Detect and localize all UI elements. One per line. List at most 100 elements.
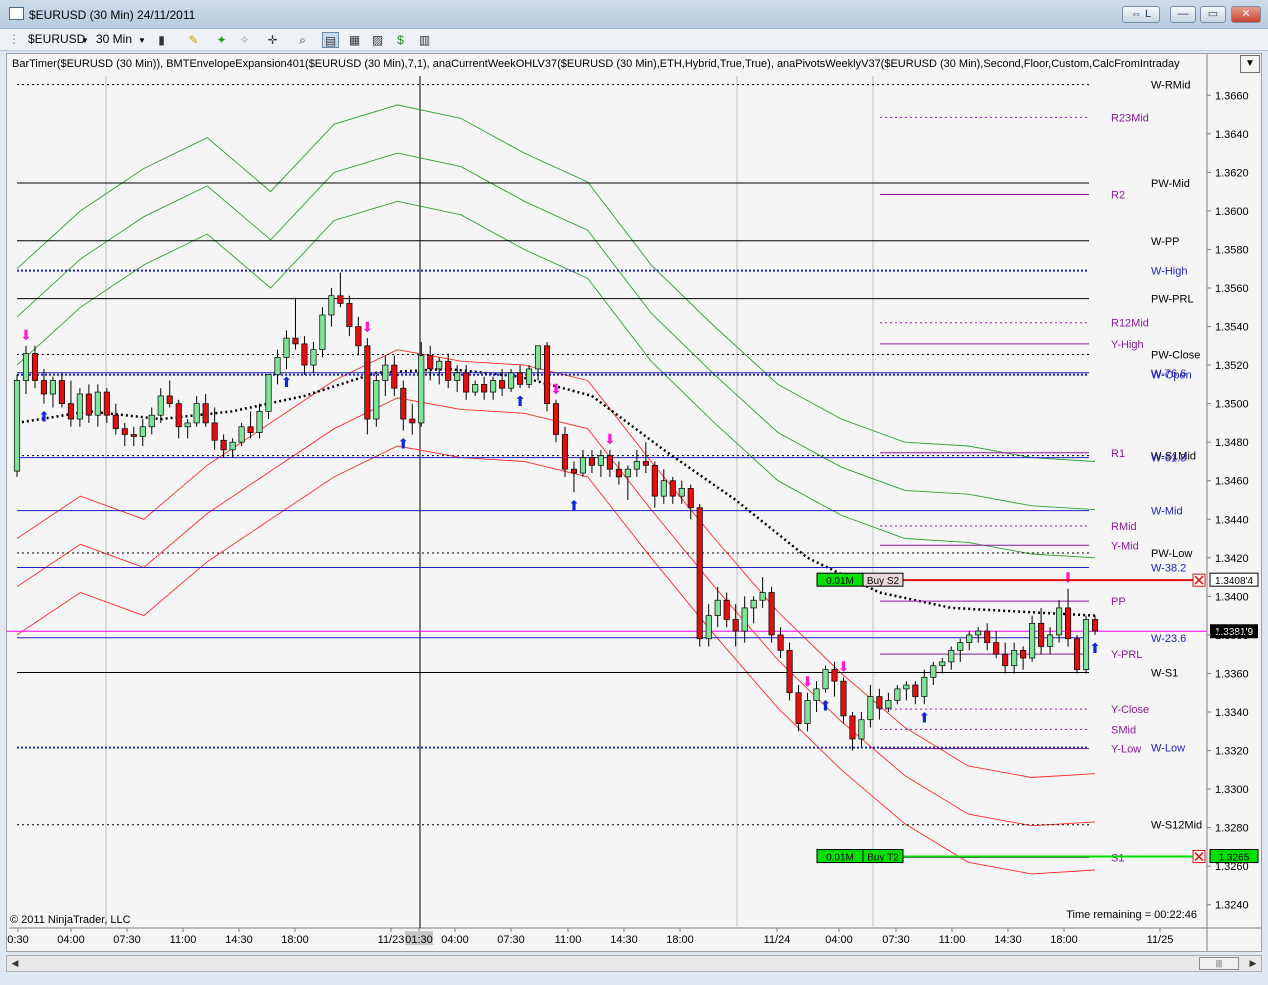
order-type-label: Buy S2	[867, 576, 900, 587]
candle-body	[454, 372, 461, 381]
candle-body	[499, 380, 506, 389]
scroll-thumb[interactable]: |||	[1199, 957, 1239, 970]
candle-body	[13, 380, 21, 472]
candle-body	[651, 464, 658, 497]
candle-body	[346, 303, 353, 327]
instrument-chevron-icon[interactable]: ▼	[81, 36, 89, 45]
title-bar[interactable]: $EURUSD (30 Min) 24/11/2011 ⇔ L — ▭ ✕	[0, 0, 1268, 29]
close-button[interactable]: ✕	[1231, 6, 1261, 23]
candle-body	[903, 684, 910, 690]
y-tick-label: 1.3660	[1215, 90, 1249, 102]
candle-body	[382, 364, 389, 381]
buy-signal-arrow: ⬆	[568, 497, 580, 513]
level-label: R1	[1111, 448, 1125, 460]
y-tick-label: 1.3520	[1215, 360, 1249, 372]
buy-signal-arrow: ⬆	[397, 436, 409, 452]
candle-body	[238, 426, 245, 443]
chart-trader-icon[interactable]: $	[392, 32, 409, 48]
remove-object-icon[interactable]: ✧	[236, 32, 253, 48]
y-tick-label: 1.3560	[1215, 283, 1249, 295]
candle-body	[624, 468, 631, 478]
insert-object-icon[interactable]: ✦	[213, 32, 230, 48]
candle-body	[121, 428, 128, 435]
candle-body	[220, 439, 227, 451]
candle-body	[103, 391, 110, 416]
candle-body	[436, 360, 443, 370]
cancel-order-icon	[1192, 850, 1206, 864]
data-box-icon[interactable]: ▤	[322, 32, 339, 48]
candle-body	[615, 468, 622, 478]
candle-body	[705, 615, 712, 640]
candle-body	[130, 434, 137, 437]
sell-signal-arrow: ⬇	[550, 381, 562, 397]
level-label: W-S12Mid	[1151, 820, 1202, 832]
indicators-icon[interactable]: ▦	[346, 32, 363, 48]
candle-body	[759, 592, 766, 601]
candle-body	[67, 403, 74, 420]
candle-body	[858, 719, 865, 740]
order-type-label: Buy T2	[867, 853, 899, 864]
candle-body	[660, 480, 667, 497]
buy-signal-arrow: ⬆	[514, 393, 526, 409]
properties-icon[interactable]: ▥	[416, 32, 433, 48]
candle-body	[732, 619, 739, 632]
minimize-button[interactable]: —	[1170, 6, 1196, 23]
level-label: W-23.6	[1151, 633, 1186, 645]
candle-body	[1047, 634, 1054, 647]
candle-body	[22, 353, 30, 381]
link-button[interactable]: ⇔ L	[1122, 6, 1160, 23]
scroll-left-icon[interactable]: ◀	[8, 957, 22, 970]
level-label: PP	[1111, 596, 1126, 608]
candle-body	[723, 599, 730, 620]
chart-style-icon[interactable]: ▮	[153, 32, 170, 48]
candle-body	[112, 414, 119, 430]
candle-body	[948, 649, 955, 663]
chart-panel[interactable]: W-RMid R23Mid PW-Mid R2 W-PP W-High PW-PRL R12M…	[6, 53, 1262, 952]
order-qty-label: 0.01M	[826, 576, 854, 587]
candle-body	[193, 403, 200, 424]
candle-body	[139, 426, 146, 437]
x-tick-label: 04:00	[825, 934, 853, 946]
candle-body	[1073, 638, 1081, 670]
candle-body	[1038, 622, 1045, 647]
toolbar-grip: ⋮	[8, 32, 20, 46]
candle-body	[885, 700, 892, 709]
scroll-right-icon[interactable]: ▶	[1246, 957, 1260, 970]
candle-body	[463, 372, 470, 393]
buy-signal-arrow: ⬆	[281, 374, 293, 390]
candle-body	[687, 488, 694, 509]
candle-body	[1056, 607, 1063, 636]
candle-body	[543, 345, 551, 404]
level-label: W-RMid	[1151, 80, 1191, 92]
x-tick-label: 18:00	[281, 934, 309, 946]
candle-body	[427, 355, 434, 370]
drawing-tool-icon[interactable]: ✎	[185, 32, 202, 48]
level-label: R23Mid	[1111, 112, 1149, 124]
buy-signal-arrow: ⬆	[820, 698, 832, 714]
level-label: PW-Close	[1151, 349, 1200, 361]
instrument-selector[interactable]: $EURUSD	[28, 32, 85, 46]
y-tick-label: 1.3600	[1215, 206, 1249, 218]
interval-selector[interactable]: 30 Min	[96, 32, 132, 46]
horizontal-scrollbar[interactable]: ◀ ||| ▶	[6, 955, 1262, 972]
price-chart[interactable]: W-RMid R23Mid PW-Mid R2 W-PP W-High PW-PRLR12M…	[7, 54, 1261, 951]
interval-chevron-icon[interactable]: ▼	[138, 36, 146, 45]
candle-body	[741, 607, 748, 632]
candle-body	[76, 393, 83, 420]
candle-body	[1011, 649, 1018, 667]
level-label: Y-Close	[1111, 704, 1149, 716]
x-tick-label: 18:00	[666, 934, 694, 946]
candle-body	[1065, 607, 1072, 640]
maximize-button[interactable]: ▭	[1200, 6, 1226, 23]
candle-body	[409, 418, 416, 424]
chart-dropdown-button[interactable]: ▼	[1240, 55, 1260, 73]
candle-body	[1082, 619, 1090, 670]
level-label: W-76.6	[1151, 368, 1186, 380]
crosshair-icon[interactable]: ✛	[264, 32, 281, 48]
candle-body	[283, 337, 290, 358]
candle-body	[840, 680, 847, 717]
candle-body	[786, 649, 793, 694]
y-tick-label: 1.3380	[1215, 630, 1249, 642]
zoom-icon[interactable]: ⌕	[294, 32, 311, 48]
strategies-icon[interactable]: ▨	[369, 32, 386, 48]
